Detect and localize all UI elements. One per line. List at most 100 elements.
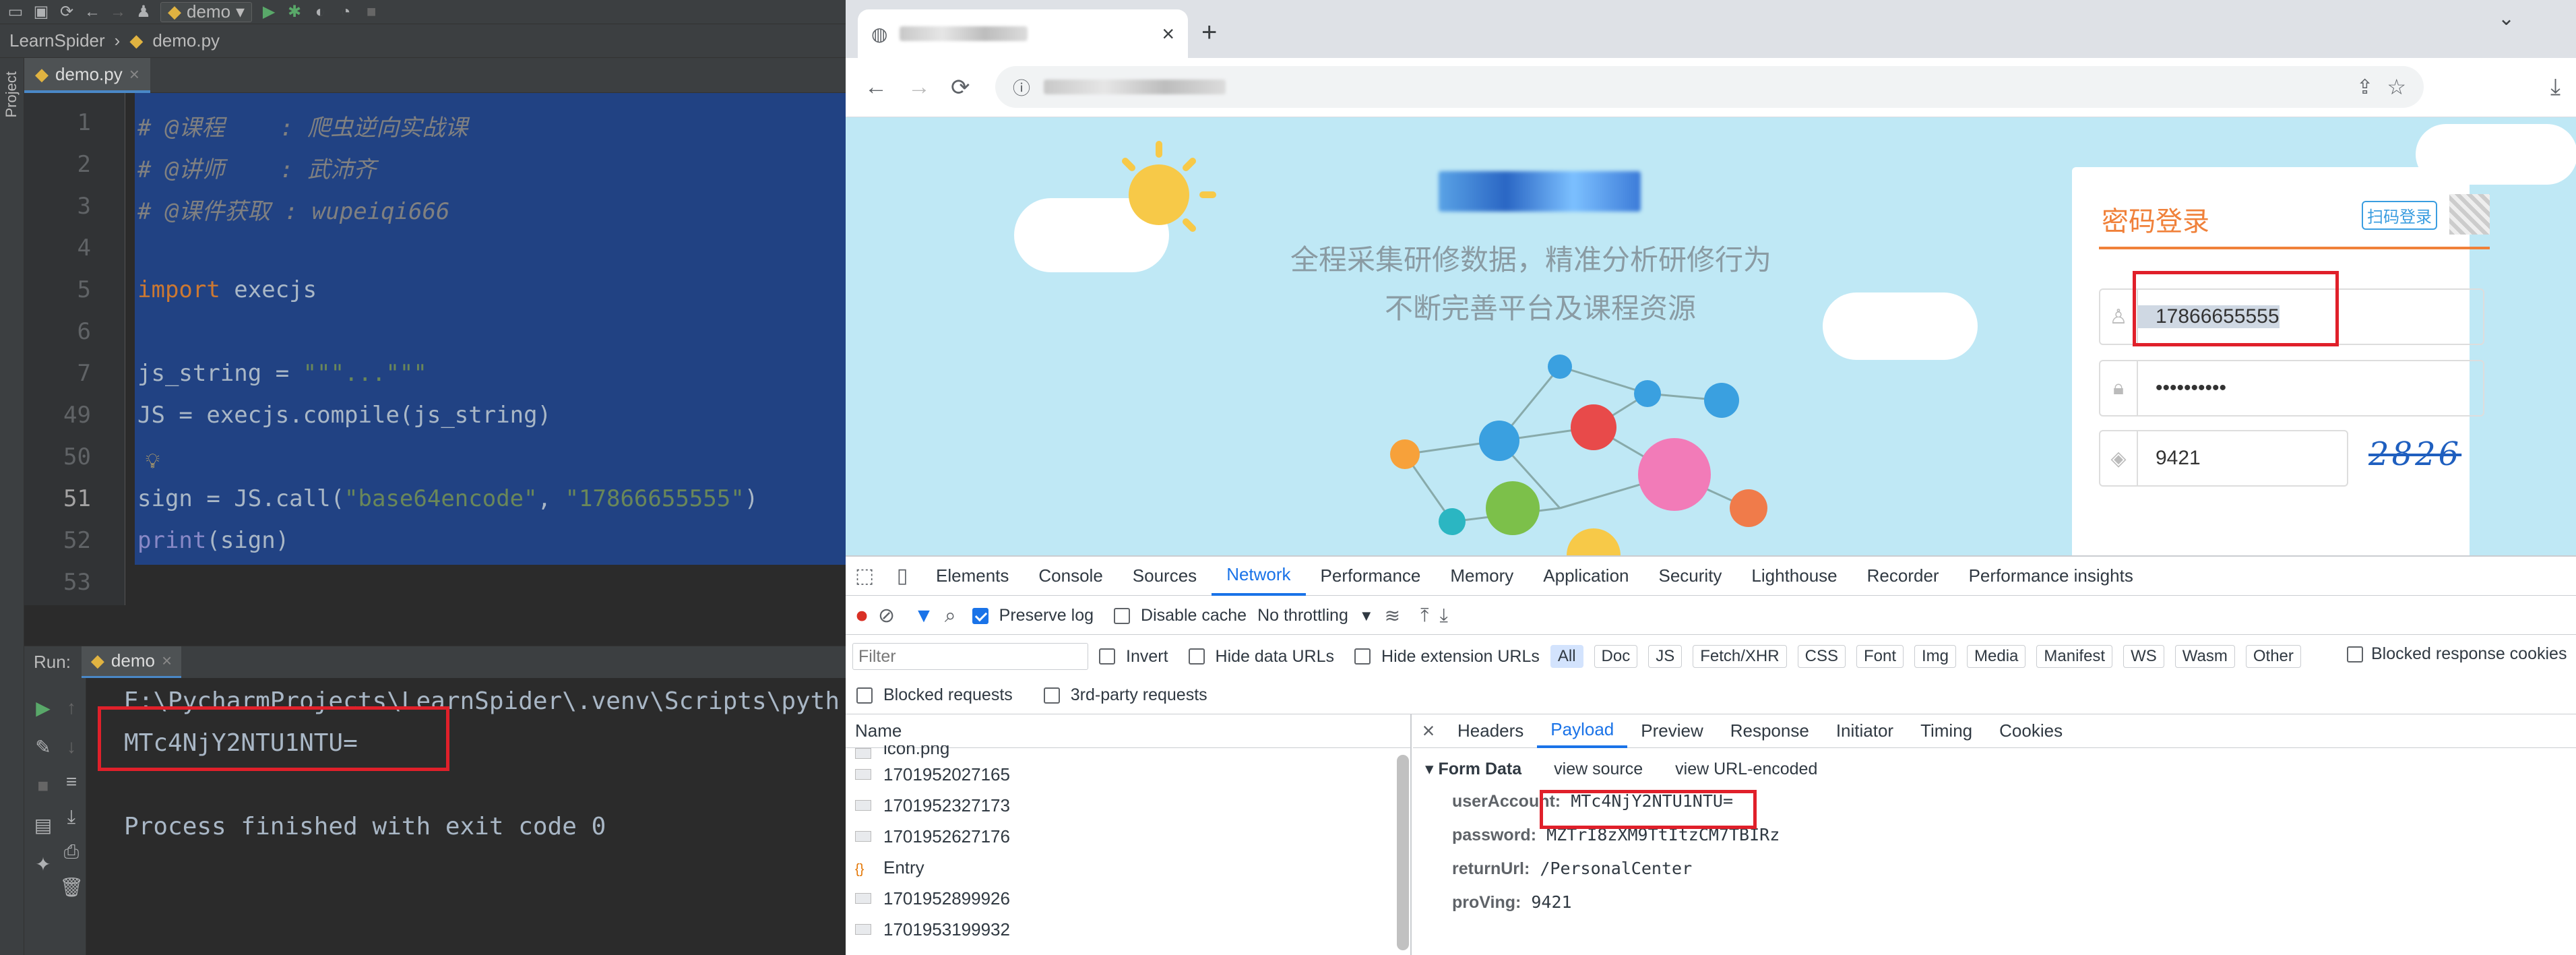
- new-tab-icon[interactable]: +: [1201, 18, 1217, 48]
- type-filter-img[interactable]: Img: [1914, 645, 1957, 668]
- pin-icon[interactable]: ✦: [30, 851, 57, 877]
- back-arrow-icon[interactable]: ←: [865, 74, 887, 100]
- user-icon[interactable]: ♟: [135, 3, 152, 21]
- wrench-icon[interactable]: ✎: [30, 733, 57, 760]
- devtools-tab-recorder[interactable]: Recorder: [1852, 557, 1954, 596]
- print-icon[interactable]: ⎙: [58, 838, 85, 865]
- url-bar[interactable]: ⓘ ⇪ ☆: [995, 66, 2424, 108]
- forward-arrow-icon[interactable]: →: [109, 3, 127, 21]
- third-party-checkbox[interactable]: [1043, 687, 1060, 704]
- tab-search-icon[interactable]: ⌄: [2498, 7, 2515, 30]
- type-filter-fetch-xhr[interactable]: Fetch/XHR: [1693, 645, 1787, 668]
- run-tab-demo[interactable]: ◆ demo ×: [81, 646, 182, 679]
- invert-checkbox[interactable]: [1099, 648, 1115, 665]
- back-arrow-icon[interactable]: ←: [84, 3, 101, 21]
- breadcrumb-file[interactable]: demo.py: [152, 30, 220, 51]
- export-har-icon[interactable]: ⤓: [1440, 605, 1448, 627]
- device-toggle-icon[interactable]: ▯: [883, 564, 921, 588]
- chevron-down-icon[interactable]: ▼: [1359, 607, 1374, 625]
- type-filter-media[interactable]: Media: [1967, 645, 2026, 668]
- detail-tab-headers[interactable]: Headers: [1444, 714, 1537, 748]
- devtools-tab-application[interactable]: Application: [1528, 557, 1643, 596]
- coverage-icon[interactable]: ◐: [311, 3, 329, 21]
- captcha-image[interactable]: 2826: [2368, 435, 2476, 483]
- inspect-icon[interactable]: ⬚: [846, 564, 883, 588]
- network-conditions-icon[interactable]: ≋: [1385, 605, 1400, 627]
- close-icon[interactable]: ×: [1162, 22, 1174, 47]
- form-data-title[interactable]: ▾ Form Data: [1425, 759, 1521, 779]
- sync-icon[interactable]: ⟳: [58, 3, 75, 21]
- detail-tab-payload[interactable]: Payload: [1537, 714, 1628, 748]
- captcha-field[interactable]: ◈ 9421: [2099, 430, 2348, 487]
- preserve-log-checkbox[interactable]: [972, 607, 988, 624]
- detail-tab-cookies[interactable]: Cookies: [1986, 714, 2076, 748]
- stop-icon[interactable]: ■: [30, 772, 57, 799]
- qr-login-button[interactable]: 扫码登录: [2362, 201, 2437, 230]
- table-row[interactable]: 1701952327173: [846, 790, 1412, 821]
- filter-icon[interactable]: ▼: [914, 605, 934, 627]
- qr-code-icon[interactable]: [2449, 194, 2490, 235]
- run-icon[interactable]: ▶: [260, 3, 278, 21]
- table-row[interactable]: {} Entry: [846, 852, 1412, 883]
- stop-icon[interactable]: ■: [363, 3, 380, 21]
- devtools-tab-performance[interactable]: Performance: [1306, 557, 1436, 596]
- type-filter-css[interactable]: CSS: [1797, 645, 1846, 668]
- hide-extension-urls-checkbox[interactable]: [1354, 648, 1371, 665]
- close-icon[interactable]: ×: [129, 64, 139, 85]
- table-row[interactable]: 1701952027165: [846, 759, 1412, 790]
- name-column-header[interactable]: Name: [846, 714, 1412, 748]
- table-row[interactable]: 1701953199932: [846, 914, 1412, 945]
- bookmark-star-icon[interactable]: ☆: [2387, 74, 2406, 100]
- profile-icon[interactable]: ◔: [337, 3, 354, 21]
- close-icon[interactable]: ×: [1413, 718, 1444, 743]
- scroll-down-icon[interactable]: ↓: [58, 733, 85, 760]
- view-url-encoded-link[interactable]: view URL-encoded: [1675, 760, 1817, 779]
- throttling-select[interactable]: No throttling: [1257, 606, 1348, 625]
- reload-icon[interactable]: ⟳: [951, 74, 970, 101]
- scroll-end-icon[interactable]: ⤓: [58, 803, 85, 830]
- table-row[interactable]: icon.png: [846, 745, 1412, 759]
- devtools-tab-memory[interactable]: Memory: [1435, 557, 1528, 596]
- type-filter-ws[interactable]: WS: [2123, 645, 2164, 668]
- devtools-tab-elements[interactable]: Elements: [921, 557, 1024, 596]
- search-icon[interactable]: ⌕: [945, 605, 956, 627]
- record-icon[interactable]: ⏺: [856, 603, 867, 629]
- code-editor[interactable]: # @课程 : 爬虫逆向实战课 # @讲师 : 武沛齐 # @课件获取 : wupe…: [125, 93, 846, 605]
- devtools-tab-network[interactable]: Network: [1212, 557, 1306, 596]
- type-filter-font[interactable]: Font: [1856, 645, 1904, 668]
- forward-arrow-icon[interactable]: →: [908, 74, 931, 100]
- detail-tab-preview[interactable]: Preview: [1627, 714, 1716, 748]
- lightbulb-icon[interactable]: 💡︎: [146, 450, 160, 473]
- type-filter-other[interactable]: Other: [2245, 645, 2301, 668]
- run-config-select[interactable]: ◆ demo ▾: [160, 1, 253, 22]
- hide-data-urls-checkbox[interactable]: [1188, 648, 1205, 665]
- rerun-icon[interactable]: ▶: [30, 694, 57, 721]
- type-filter-manifest[interactable]: Manifest: [2036, 645, 2113, 668]
- debug-icon[interactable]: ✱: [286, 3, 303, 21]
- folder-icon[interactable]: ▭: [7, 3, 24, 21]
- blocked-requests-checkbox[interactable]: [856, 687, 873, 704]
- share-icon[interactable]: ⇪: [2356, 75, 2373, 99]
- detail-tab-response[interactable]: Response: [1717, 714, 1823, 748]
- type-filter-wasm[interactable]: Wasm: [2174, 645, 2235, 668]
- table-row[interactable]: 1701952899926: [846, 883, 1412, 914]
- save-icon[interactable]: ▣: [32, 3, 50, 21]
- detail-tab-initiator[interactable]: Initiator: [1823, 714, 1907, 748]
- layout-icon[interactable]: ▤: [30, 811, 57, 838]
- soft-wrap-icon[interactable]: ≡: [58, 768, 85, 795]
- project-tool-label[interactable]: Project: [3, 71, 20, 117]
- type-filter-all[interactable]: All: [1550, 645, 1583, 668]
- type-filter-doc[interactable]: Doc: [1594, 645, 1638, 668]
- password-field[interactable]: 🔒︎ ••••••••••: [2099, 360, 2484, 417]
- blocked-response-cookies-checkbox[interactable]: [2347, 646, 2363, 663]
- breadcrumb-project[interactable]: LearnSpider: [9, 30, 105, 51]
- close-icon[interactable]: ×: [162, 650, 172, 671]
- editor-tab-demo[interactable]: ◆ demo.py ×: [24, 58, 150, 93]
- type-filter-js[interactable]: JS: [1648, 645, 1683, 668]
- devtools-tab-performance-insights[interactable]: Performance insights: [1954, 557, 2148, 596]
- devtools-tab-sources[interactable]: Sources: [1118, 557, 1212, 596]
- devtools-tab-console[interactable]: Console: [1024, 557, 1117, 596]
- devtools-tab-lighthouse[interactable]: Lighthouse: [1736, 557, 1852, 596]
- scroll-up-icon[interactable]: ↑: [58, 694, 85, 721]
- clear-icon[interactable]: ⊘: [878, 604, 895, 627]
